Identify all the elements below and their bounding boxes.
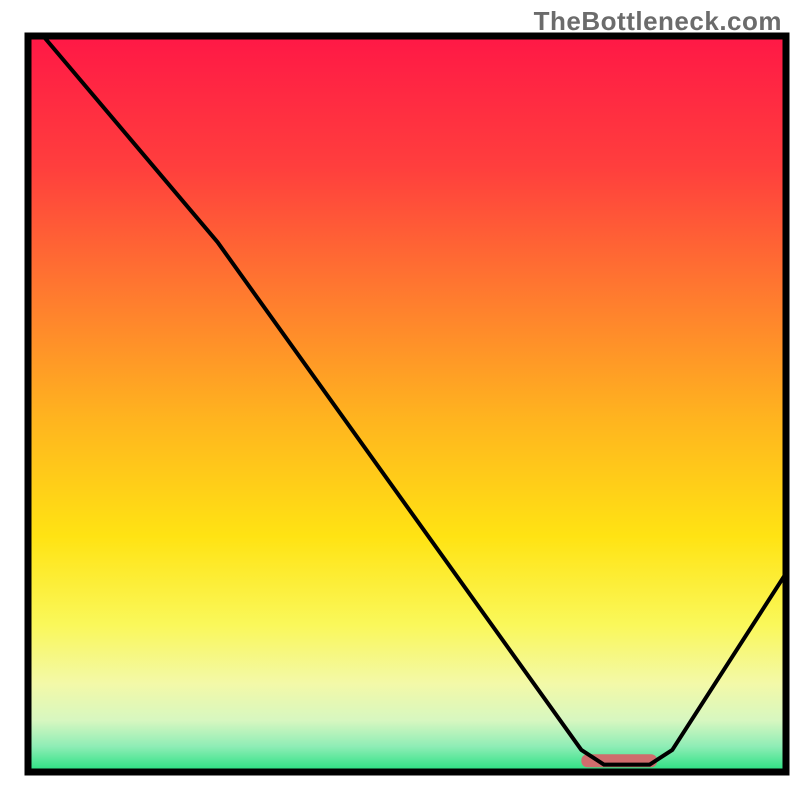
chart-frame: TheBottleneck.com [0, 0, 800, 800]
watermark-text: TheBottleneck.com [534, 6, 782, 37]
bottleneck-chart [0, 0, 800, 800]
plot-gradient-background [28, 36, 786, 772]
